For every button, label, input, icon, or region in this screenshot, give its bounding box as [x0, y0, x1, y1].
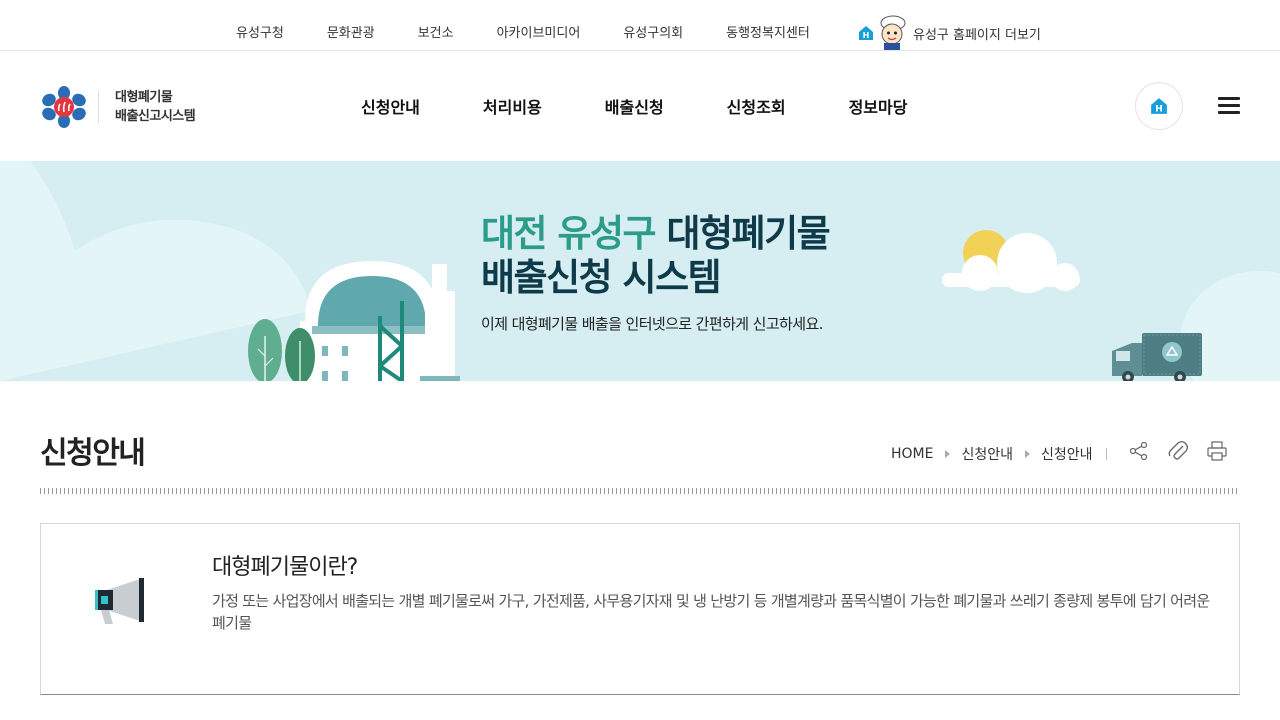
hero-banner: 대전 유성구 대형폐기물 배출신청 시스템 이제 대형폐기물 배출을 인터넷으로…: [0, 161, 1280, 381]
page-title: 신청안내: [40, 436, 146, 471]
truck-icon: [1112, 333, 1202, 381]
site-logo[interactable]: 대형폐기물 배출신고시스템: [42, 86, 196, 128]
breadcrumb-arrow-icon: [1025, 450, 1031, 458]
hamburger-line: [1218, 97, 1240, 100]
nav-processing-fee[interactable]: 처리비용: [483, 94, 542, 118]
banner-title: 대전 유성구 대형폐기물 배출신청 시스템: [481, 212, 831, 300]
main-nav: 신청안내 처리비용 배출신청 신청조회 정보마당: [361, 94, 907, 118]
link-district-council[interactable]: 유성구의회: [623, 22, 683, 41]
info-box: 대형폐기물이란? 가정 또는 사업장에서 배출되는 개별 폐기물로써 가구, 가…: [40, 523, 1240, 695]
logo-divider: [98, 91, 99, 123]
breadcrumb-arrow-icon: [945, 450, 951, 458]
nav-info-board[interactable]: 정보마당: [849, 94, 908, 118]
breadcrumb-current[interactable]: 신청안내: [1041, 444, 1093, 464]
nav-application-guide[interactable]: 신청안내: [361, 94, 420, 118]
svg-text:H: H: [1155, 105, 1163, 115]
logo-line2: 배출신고시스템: [115, 109, 196, 124]
print-button[interactable]: [1206, 440, 1228, 462]
banner-title-line2: 배출신청 시스템: [481, 256, 722, 299]
link-yuseong-office[interactable]: 유성구청: [236, 22, 284, 41]
hamburger-line: [1218, 104, 1240, 107]
cloud-icon: [942, 233, 1080, 293]
link-culture-tour[interactable]: 문화관광: [327, 22, 375, 41]
site-header: 대형폐기물 배출신고시스템 신청안내 처리비용 배출신청 신청조회 정보마당 H: [0, 51, 1280, 161]
breadcrumb-home[interactable]: HOME: [891, 446, 933, 462]
print-icon: [1207, 441, 1227, 461]
link-health-center[interactable]: 보건소: [418, 22, 454, 41]
info-title: 대형폐기물이란?: [212, 555, 358, 580]
home-h-icon: H: [1151, 98, 1167, 115]
share-icon: [1129, 441, 1148, 461]
attach-button[interactable]: [1167, 440, 1189, 462]
family-site-links: 유성구청 문화관광 보건소 아카이브미디어 유성구의회 동행정복지센터: [236, 22, 810, 41]
banner-title-rest: 대형폐기물: [655, 212, 830, 255]
share-button[interactable]: [1128, 440, 1150, 462]
mascot-icon: [880, 15, 906, 50]
hamburger-line: [1218, 111, 1240, 114]
homepage-more-label: 유성구 홈페이지 더보기: [913, 28, 1041, 43]
breadcrumb-level1[interactable]: 신청안내: [961, 444, 1013, 464]
logo-text: 대형폐기물 배출신고시스템: [115, 88, 196, 126]
nav-request-lookup[interactable]: 신청조회: [727, 94, 786, 118]
megaphone-icon: [95, 578, 144, 624]
banner-subtitle: 이제 대형폐기물 배출을 인터넷으로 간편하게 신고하세요.: [481, 315, 823, 333]
breadcrumb: HOME 신청안내 신청안내: [891, 444, 1107, 464]
svg-text:H: H: [863, 31, 870, 40]
nav-disposal-request[interactable]: 배출신청: [605, 94, 664, 118]
top-utility-bar: 유성구청 문화관광 보건소 아카이브미디어 유성구의회 동행정복지센터 H 유성…: [0, 0, 1280, 51]
homepage-more-link[interactable]: H 유성구 홈페이지 더보기: [858, 14, 1041, 50]
banner-title-line1: 대전 유성구 대형폐기물: [481, 212, 831, 256]
banner-title-accent: 대전 유성구: [481, 212, 657, 255]
info-description: 가정 또는 사업장에서 배출되는 개별 폐기물로써 가구, 가전제품, 사무용기…: [212, 592, 1210, 632]
logo-line1: 대형폐기물: [115, 90, 173, 105]
title-divider: [40, 488, 1240, 494]
yuseong-logo-icon: [42, 86, 86, 128]
attach-icon: [1168, 440, 1189, 460]
page-tools: [1128, 440, 1245, 462]
home-button[interactable]: H: [1135, 82, 1183, 130]
home-h-icon: H: [859, 26, 873, 40]
breadcrumb-divider: [1105, 448, 1107, 460]
link-archive-media[interactable]: 아카이브미디어: [497, 22, 581, 41]
building-icon: [300, 261, 460, 381]
hamburger-menu-button[interactable]: [1218, 97, 1240, 115]
link-community-center[interactable]: 동행정복지센터: [726, 22, 810, 41]
